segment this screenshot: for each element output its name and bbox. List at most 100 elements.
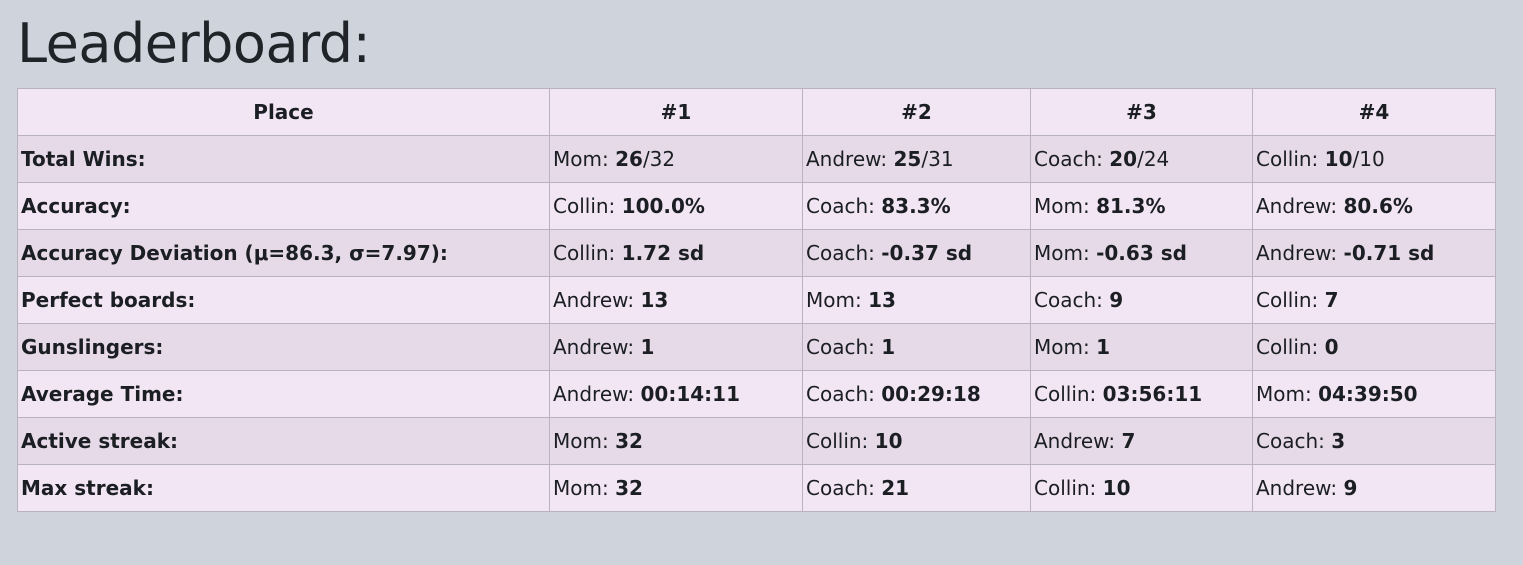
- name-separator: :: [1330, 241, 1344, 265]
- player-name: Collin: [1256, 288, 1312, 312]
- stat-value: -0.37 sd: [881, 241, 973, 265]
- rank-2-cell: Coach: -0.37 sd: [802, 229, 1031, 277]
- player-name: Andrew: [553, 382, 628, 406]
- rank-3-cell: Mom: 81.3%: [1030, 182, 1253, 230]
- stat-value: 10: [874, 429, 903, 453]
- stat-value: 10: [1102, 476, 1131, 500]
- header-row: Place #1 #2 #3 #4: [17, 88, 1496, 136]
- player-name: Andrew: [806, 147, 881, 171]
- rank-2-cell: Coach: 1: [802, 323, 1031, 371]
- name-separator: :: [627, 288, 641, 312]
- name-separator: :: [1311, 335, 1325, 359]
- player-name: Coach: [806, 476, 869, 500]
- player-name: Mom: [553, 429, 602, 453]
- stat-value: 13: [868, 288, 896, 312]
- stat-value: 80.6%: [1343, 194, 1413, 218]
- name-separator: :: [868, 382, 882, 406]
- player-name: Coach: [1034, 288, 1097, 312]
- header-rank-3: #3: [1030, 88, 1253, 136]
- rank-3-cell: Andrew: 7: [1030, 417, 1253, 465]
- player-name: Collin: [553, 241, 609, 265]
- stat-value: 32: [615, 429, 643, 453]
- row-label: Total Wins:: [17, 135, 550, 183]
- rank-4-cell: Andrew: 9: [1252, 464, 1496, 512]
- rank-2-cell: Andrew: 25/31: [802, 135, 1031, 183]
- player-name: Coach: [806, 335, 869, 359]
- name-separator: :: [601, 147, 616, 171]
- player-name: Mom: [1034, 241, 1083, 265]
- player-name: Coach: [1256, 429, 1319, 453]
- name-separator: :: [1108, 429, 1122, 453]
- name-separator: :: [627, 382, 641, 406]
- stat-value: 20: [1109, 147, 1138, 171]
- name-separator: :: [868, 335, 882, 359]
- stat-value: 03:56:11: [1102, 382, 1203, 406]
- stat-value: 7: [1324, 288, 1339, 312]
- table-row: Accuracy: Collin: 100.0% Coach: 83.3% Mom: …: [17, 182, 1496, 230]
- player-name: Collin: [1256, 147, 1312, 171]
- rank-2-cell: Coach: 21: [802, 464, 1031, 512]
- stat-value: 10: [1324, 147, 1353, 171]
- header-rank-2: #2: [802, 88, 1031, 136]
- stat-value: 1: [1096, 335, 1111, 359]
- leaderboard-table: Place #1 #2 #3 #4 Total Wins: Mom: 26/32 A…: [17, 88, 1496, 512]
- player-name: Andrew: [553, 335, 628, 359]
- name-separator: :: [608, 241, 622, 265]
- stat-value: 100.0%: [621, 194, 705, 218]
- name-separator: :: [1082, 194, 1097, 218]
- rank-2-cell: Coach: 00:29:18: [802, 370, 1031, 418]
- table-row: Total Wins: Mom: 26/32 Andrew: 25/31 Coach:…: [17, 135, 1496, 183]
- name-separator: :: [1330, 194, 1344, 218]
- player-name: Mom: [553, 476, 602, 500]
- stat-value: 81.3%: [1096, 194, 1166, 218]
- stat-value: 26: [615, 147, 643, 171]
- table-row: Average Time: Andrew: 00:14:11 Coach: 00:2…: [17, 370, 1496, 418]
- name-separator: :: [868, 194, 882, 218]
- stat-value: 04:39:50: [1318, 382, 1418, 406]
- player-name: Collin: [806, 429, 862, 453]
- name-separator: :: [1304, 382, 1319, 406]
- rank-3-cell: Mom: -0.63 sd: [1030, 229, 1253, 277]
- table-row: Perfect boards: Andrew: 13 Mom: 13 Coach: 9…: [17, 276, 1496, 324]
- stat-total: /31: [921, 147, 954, 171]
- player-name: Mom: [1256, 382, 1305, 406]
- player-name: Mom: [806, 288, 855, 312]
- row-label: Perfect boards:: [17, 276, 550, 324]
- header-rank-1: #1: [549, 88, 803, 136]
- player-name: Coach: [1034, 147, 1097, 171]
- rank-4-cell: Mom: 04:39:50: [1252, 370, 1496, 418]
- rank-3-cell: Coach: 20/24: [1030, 135, 1253, 183]
- name-separator: :: [861, 429, 875, 453]
- stat-value: 25: [893, 147, 922, 171]
- name-separator: :: [1330, 476, 1344, 500]
- stat-value: -0.63 sd: [1096, 241, 1187, 265]
- stat-value: 83.3%: [881, 194, 951, 218]
- page: Leaderboard: Place #1 #2 #3 #4 Total Win…: [0, 0, 1523, 512]
- name-separator: :: [1311, 147, 1325, 171]
- stat-value: 3: [1331, 429, 1346, 453]
- name-separator: :: [1082, 241, 1097, 265]
- player-name: Coach: [806, 382, 869, 406]
- player-name: Andrew: [1256, 476, 1331, 500]
- player-name: Andrew: [1034, 429, 1109, 453]
- rank-4-cell: Collin: 7: [1252, 276, 1496, 324]
- stat-value: 00:14:11: [640, 382, 741, 406]
- name-separator: :: [880, 147, 894, 171]
- player-name: Mom: [1034, 194, 1083, 218]
- rank-4-cell: Collin: 10/10: [1252, 135, 1496, 183]
- stat-total: /24: [1137, 147, 1170, 171]
- stat-value: 00:29:18: [881, 382, 981, 406]
- table-row: Max streak: Mom: 32 Coach: 21 Collin: 10 And…: [17, 464, 1496, 512]
- rank-3-cell: Mom: 1: [1030, 323, 1253, 371]
- rank-3-cell: Coach: 9: [1030, 276, 1253, 324]
- page-title: Leaderboard:: [17, 12, 371, 75]
- name-separator: :: [1318, 429, 1332, 453]
- row-label: Gunslingers:: [17, 323, 550, 371]
- name-separator: :: [1089, 382, 1103, 406]
- name-separator: :: [1096, 147, 1110, 171]
- name-separator: :: [627, 335, 641, 359]
- rank-1-cell: Collin: 100.0%: [549, 182, 803, 230]
- stat-value: 0: [1324, 335, 1339, 359]
- row-label: Accuracy Deviation (μ=86.3, σ=7.97):: [17, 229, 550, 277]
- name-separator: :: [1311, 288, 1325, 312]
